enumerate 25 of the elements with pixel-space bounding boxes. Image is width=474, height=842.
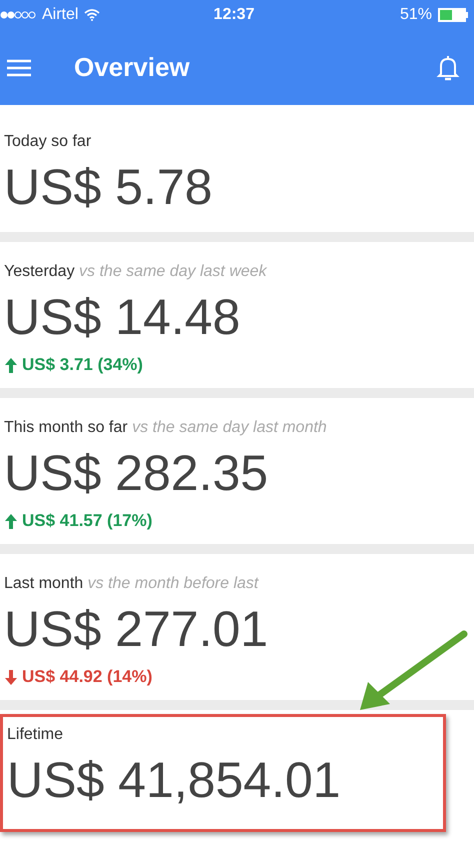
bell-icon[interactable] bbox=[436, 54, 460, 82]
change-amount: US$ 41.57 (17%) bbox=[22, 510, 152, 532]
card-label: Yesterday vs the same day last week bbox=[4, 262, 268, 282]
up-arrow-icon bbox=[4, 356, 18, 374]
menu-icon[interactable] bbox=[6, 58, 32, 78]
amount-value: US$ 41,854.01 bbox=[7, 751, 342, 810]
signal-icon bbox=[0, 10, 36, 20]
card-label: Last month vs the month before last bbox=[4, 574, 260, 594]
card-label: This month so far vs the same day last month bbox=[4, 418, 328, 438]
amount-value: US$ 14.48 bbox=[4, 288, 242, 347]
battery-icon bbox=[438, 8, 468, 22]
status-time: 12:37 bbox=[214, 6, 254, 24]
carrier-name: Airtel bbox=[42, 6, 78, 24]
battery-percent: 51% bbox=[400, 6, 432, 24]
change-amount: US$ 44.92 (14%) bbox=[22, 666, 152, 688]
app-title: Overview bbox=[74, 52, 191, 83]
wifi-icon bbox=[84, 9, 100, 21]
down-arrow-icon bbox=[4, 668, 18, 686]
amount-value: US$ 282.35 bbox=[4, 444, 270, 503]
amount-value: US$ 277.01 bbox=[4, 600, 270, 659]
up-arrow-icon bbox=[4, 512, 18, 530]
card-label: Lifetime bbox=[7, 725, 64, 745]
change-amount: US$ 3.71 (34%) bbox=[22, 354, 143, 376]
amount-value: US$ 5.78 bbox=[4, 158, 214, 217]
card-label: Today so far bbox=[4, 132, 92, 152]
